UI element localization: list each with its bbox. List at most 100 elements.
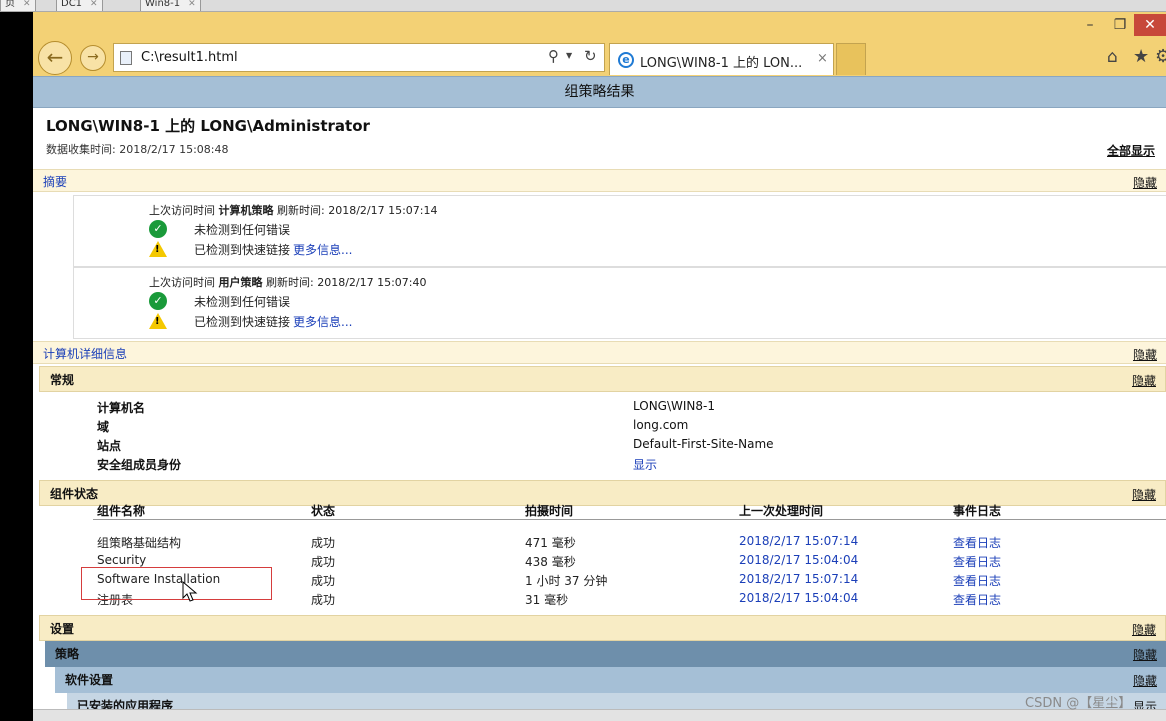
security-groups-show-link[interactable]: 显示: [633, 456, 657, 473]
page-title: LONG\WIN8-1 上的 LONG\Administrator: [46, 117, 370, 135]
computer-details-link[interactable]: 计算机详细信息: [43, 345, 127, 362]
page-icon: [120, 51, 132, 65]
view-log-link[interactable]: 查看日志: [953, 553, 1001, 570]
summary-link[interactable]: 摘要: [43, 173, 67, 190]
fast-link-warning: 已检测到快速链接 更多信息...: [194, 243, 353, 257]
general-label: 常规: [50, 373, 75, 387]
report-content: LONG\WIN8-1 上的 LONG\Administrator 数据收集时间…: [33, 108, 1166, 709]
table-cell-status: 成功: [311, 574, 336, 588]
more-info-link[interactable]: 更多信息...: [293, 315, 352, 329]
close-icon[interactable]: ✕: [188, 0, 196, 9]
fast-link-warning: 已检测到快速链接 更多信息...: [194, 315, 353, 329]
table-cell-time: 1 小时 37 分钟: [525, 574, 608, 588]
policies-section-bar: 策略 隐藏: [45, 641, 1166, 667]
computer-policy-summary: 上次访问时间 计算机策略 刷新时间: 2018/2/17 15:07:14 ✓ …: [73, 195, 1166, 267]
browser-tab[interactable]: e LONG\WIN8-1 上的 LON... ×: [609, 43, 834, 75]
settings-section-bar: 设置 隐藏: [39, 615, 1166, 641]
collection-time: 数据收集时间: 2018/2/17 15:08:48: [46, 143, 229, 156]
table-cell-status: 成功: [311, 593, 336, 607]
watermark: CSDN @【星尘】: [1025, 696, 1132, 711]
installed-apps-bar: 已安装的应用程序 显示: [67, 693, 1166, 709]
warning-icon: !: [149, 313, 167, 329]
more-info-link[interactable]: 更多信息...: [293, 243, 352, 257]
software-settings-label: 软件设置: [65, 673, 114, 687]
user-summary-title: 上次访问时间 用户策略 刷新时间: 2018/2/17 15:07:40: [149, 276, 427, 289]
search-icon[interactable]: ⚲: [548, 47, 559, 65]
vm-tab-label: DC1: [61, 0, 83, 9]
warning-icon: !: [149, 241, 167, 257]
vm-tab-home[interactable]: 页 ✕: [0, 0, 36, 11]
col-header-time: 拍摄时间: [525, 504, 574, 518]
address-input[interactable]: C:\result1.html: [141, 50, 238, 65]
policies-label: 策略: [55, 647, 80, 661]
general-section-bar: 常规 隐藏: [39, 366, 1166, 392]
table-cell-last[interactable]: 2018/2/17 15:07:14: [739, 572, 858, 586]
check-icon: ✓: [149, 220, 167, 238]
minimize-button[interactable]: –: [1079, 14, 1101, 36]
table-cell-name: Security: [97, 553, 147, 567]
col-header-last: 上一次处理时间: [739, 504, 824, 518]
address-bar[interactable]: C:\result1.html ⚲ ▼ ↻: [113, 43, 605, 72]
hide-computer-details-link[interactable]: 隐藏: [1133, 346, 1157, 363]
maximize-button[interactable]: ❐: [1108, 14, 1132, 36]
software-settings-bar: 软件设置 隐藏: [55, 667, 1166, 693]
refresh-icon[interactable]: ↻: [584, 47, 597, 65]
vm-tab-strip: 页 ✕ DC1 ✕ Win8-1 ✕: [0, 0, 1166, 12]
tab-title: LONG\WIN8-1 上的 LON...: [640, 56, 803, 71]
gear-icon[interactable]: ⚙: [1155, 46, 1166, 67]
view-log-link[interactable]: 查看日志: [953, 591, 1001, 608]
table-cell-last[interactable]: 2018/2/17 15:07:14: [739, 534, 858, 548]
hide-software-settings-link[interactable]: 隐藏: [1133, 672, 1157, 689]
vm-tab-label: Win8-1: [145, 0, 181, 9]
back-button[interactable]: ←: [38, 41, 72, 75]
close-icon[interactable]: ✕: [23, 0, 31, 9]
hide-component-status-link[interactable]: 隐藏: [1132, 486, 1156, 503]
title-bar: – ❐ ✕ ← → C:\result1.html ⚲ ▼ ↻ e LONG\W…: [33, 12, 1166, 76]
table-cell-status: 成功: [311, 555, 336, 569]
forward-button[interactable]: →: [80, 45, 106, 71]
hide-settings-link[interactable]: 隐藏: [1132, 621, 1156, 638]
no-errors-text: 未检测到任何错误: [194, 295, 291, 309]
show-installed-apps-link[interactable]: 显示: [1133, 698, 1157, 709]
home-icon[interactable]: ⌂: [1107, 47, 1118, 67]
no-errors-text: 未检测到任何错误: [194, 223, 291, 237]
ie-icon: e: [618, 52, 634, 68]
user-policy-summary: 上次访问时间 用户策略 刷新时间: 2018/2/17 15:07:40 ✓ 未…: [73, 267, 1166, 339]
new-tab-button[interactable]: [836, 43, 866, 75]
table-cell-time: 438 毫秒: [525, 555, 576, 569]
domain-value: long.com: [633, 418, 689, 432]
hide-summary-link[interactable]: 隐藏: [1133, 174, 1157, 191]
chevron-down-icon[interactable]: ▼: [566, 51, 572, 60]
browser-window: – ❐ ✕ ← → C:\result1.html ⚲ ▼ ↻ e LONG\W…: [33, 12, 1166, 709]
close-icon[interactable]: ✕: [90, 0, 98, 9]
installed-apps-label: 已安装的应用程序: [77, 699, 174, 709]
highlight-annotation: [81, 567, 272, 600]
kv-key: 域: [97, 420, 110, 434]
kv-key: 安全组成员身份: [97, 458, 182, 472]
report-title: 组策略结果: [33, 76, 1166, 108]
hide-policies-link[interactable]: 隐藏: [1133, 646, 1157, 663]
summary-section-bar: 摘要 隐藏: [33, 169, 1166, 192]
show-all-link[interactable]: 全部显示: [1107, 142, 1155, 159]
mouse-cursor-icon: [182, 581, 198, 602]
arrow-left-icon: ←: [46, 45, 64, 69]
divider: [93, 519, 1166, 520]
vm-tab-win8[interactable]: Win8-1 ✕: [140, 0, 201, 11]
vm-tab-dc1[interactable]: DC1 ✕: [56, 0, 103, 11]
computer-details-bar: 计算机详细信息 隐藏: [33, 341, 1166, 364]
status-strip: [33, 709, 1166, 721]
check-icon: ✓: [149, 292, 167, 310]
view-log-link[interactable]: 查看日志: [953, 572, 1001, 589]
close-tab-icon[interactable]: ×: [817, 51, 828, 66]
col-header-name: 组件名称: [97, 504, 146, 518]
favorites-star-icon[interactable]: ★: [1133, 46, 1149, 67]
settings-label: 设置: [50, 622, 75, 636]
table-cell-status: 成功: [311, 536, 336, 550]
table-cell-last[interactable]: 2018/2/17 15:04:04: [739, 553, 858, 567]
table-cell-last[interactable]: 2018/2/17 15:04:04: [739, 591, 858, 605]
close-window-button[interactable]: ✕: [1134, 14, 1166, 36]
component-status-label: 组件状态: [50, 487, 99, 501]
view-log-link[interactable]: 查看日志: [953, 534, 1001, 551]
hide-general-link[interactable]: 隐藏: [1132, 372, 1156, 389]
col-header-log: 事件日志: [953, 504, 1002, 518]
